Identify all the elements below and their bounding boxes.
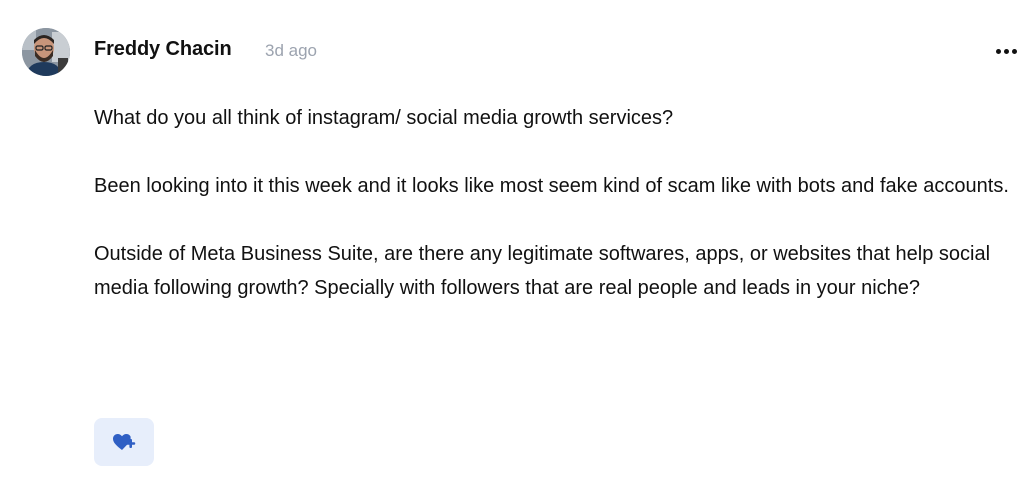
more-dot-icon xyxy=(1003,48,1009,54)
post-paragraph: Outside of Meta Business Suite, are ther… xyxy=(94,243,991,299)
author-name[interactable]: Freddy Chacin xyxy=(94,38,232,61)
avatar[interactable] xyxy=(22,28,70,76)
post-paragraph: Been looking into it this week and it lo… xyxy=(94,175,1009,197)
heart-plus-icon xyxy=(113,434,136,450)
post-card: Freddy Chacin 3d ago What do you all thi… xyxy=(0,0,1035,478)
post-paragraph: What do you all think of instagram/ soci… xyxy=(94,107,674,129)
more-dot-icon xyxy=(1011,48,1017,54)
post-timestamp: 3d ago xyxy=(265,41,317,60)
more-dot-icon xyxy=(995,48,1001,54)
post-body: What do you all think of instagram/ soci… xyxy=(94,101,1019,339)
react-button[interactable] xyxy=(94,418,154,466)
avatar-photo xyxy=(22,28,70,76)
more-options-button[interactable] xyxy=(988,36,1024,66)
